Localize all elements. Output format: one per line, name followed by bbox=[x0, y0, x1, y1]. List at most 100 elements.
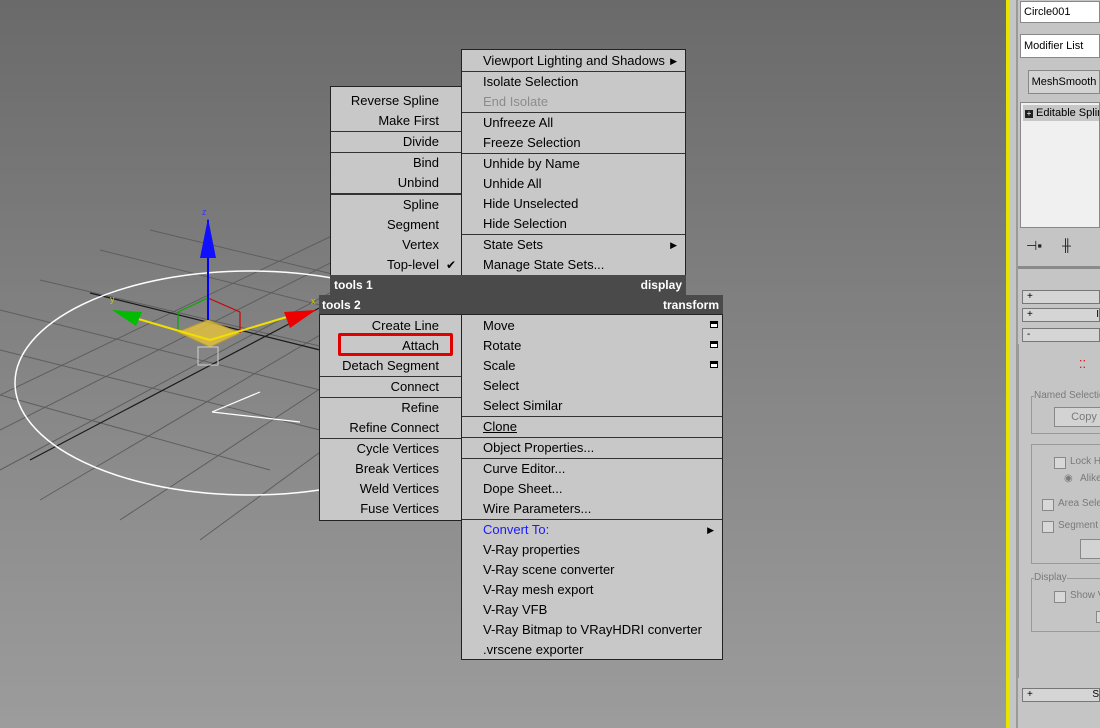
label: Unhide by Name bbox=[483, 156, 580, 171]
rollout-soft-selection[interactable]: + S bbox=[1022, 688, 1100, 702]
label: Unbind bbox=[397, 175, 439, 190]
label: Hide Selection bbox=[483, 216, 567, 231]
segment-end-checkbox[interactable] bbox=[1042, 521, 1054, 533]
menu-item-weld-vertices[interactable]: Weld Vertices bbox=[320, 479, 461, 499]
label: Connect bbox=[390, 379, 439, 394]
show-end-result-icon[interactable]: ╫ bbox=[1062, 238, 1071, 253]
rollout-selection[interactable]: - bbox=[1022, 328, 1100, 342]
menu-item-clone[interactable]: Clone bbox=[462, 416, 722, 437]
modifier-stack[interactable]: +Editable Spline bbox=[1020, 102, 1100, 228]
menu-item-state-sets[interactable]: State Sets ▶ bbox=[462, 234, 685, 255]
menu-item-hide-unselected[interactable]: Hide Unselected bbox=[462, 194, 685, 214]
menu-item-vray-mesh-export[interactable]: V-Ray mesh export bbox=[462, 580, 722, 600]
label: Vertex bbox=[402, 237, 439, 252]
settings-box-icon[interactable] bbox=[710, 341, 718, 348]
menu-item-vray-bitmap-converter[interactable]: V-Ray Bitmap to VRayHDRI converter bbox=[462, 620, 722, 640]
menu-item-viewport-lighting[interactable]: Viewport Lighting and Shadows ▶ bbox=[462, 51, 685, 71]
rollout-interpolation[interactable]: + I bbox=[1022, 308, 1100, 322]
menu-item-unfreeze-all[interactable]: Unfreeze All bbox=[462, 112, 685, 133]
lock-handles-checkbox[interactable] bbox=[1054, 457, 1066, 469]
menu-item-vrscene-exporter[interactable]: .vrscene exporter bbox=[462, 640, 722, 660]
menu-item-dope-sheet[interactable]: Dope Sheet... bbox=[462, 479, 722, 499]
menu-item-isolate-selection[interactable]: Isolate Selection bbox=[462, 71, 685, 92]
menu-item-vray-properties[interactable]: V-Ray properties bbox=[462, 540, 722, 560]
menu-item-bind[interactable]: Bind bbox=[331, 152, 461, 173]
quad-menu-display: Viewport Lighting and Shadows ▶ Isolate S… bbox=[461, 49, 686, 276]
alike-radio[interactable]: ◉ bbox=[1064, 473, 1073, 484]
expand-plus-icon[interactable]: + bbox=[1025, 110, 1033, 118]
header-label: transform bbox=[662, 298, 719, 312]
menu-item-refine[interactable]: Refine bbox=[320, 397, 461, 418]
menu-item-top-level[interactable]: Top-level ✔ bbox=[331, 255, 461, 275]
menu-item-end-isolate: End Isolate bbox=[462, 92, 685, 112]
area-selection-checkbox[interactable] bbox=[1042, 499, 1054, 511]
rollout-label: I bbox=[1096, 309, 1099, 320]
menu-item-vray-scene-converter[interactable]: V-Ray scene converter bbox=[462, 560, 722, 580]
transform-gizmo bbox=[112, 218, 316, 366]
settings-box-icon[interactable] bbox=[710, 321, 718, 328]
menu-item-divide[interactable]: Divide bbox=[331, 131, 461, 152]
quad-menu-transform: Move Rotate Scale Select Select Similar … bbox=[461, 314, 723, 660]
show-vertex-numbers-label: Show Vertex bbox=[1070, 590, 1100, 601]
menu-item-reverse-spline[interactable]: Reverse Spline bbox=[331, 91, 461, 111]
label: End Isolate bbox=[483, 94, 549, 109]
menu-item-refine-connect[interactable]: Refine Connect bbox=[320, 418, 461, 438]
label: Hide Unselected bbox=[483, 196, 579, 211]
menu-item-hide-selection[interactable]: Hide Selection bbox=[462, 214, 685, 234]
meshsmooth-button[interactable]: MeshSmooth bbox=[1028, 70, 1100, 94]
menu-item-move[interactable]: Move bbox=[462, 316, 722, 336]
label: Spline bbox=[402, 197, 439, 212]
label: Top-level bbox=[386, 257, 439, 272]
selected-only-checkbox[interactable] bbox=[1096, 611, 1100, 623]
checkmark-icon: ✔ bbox=[445, 258, 456, 272]
settings-box-icon[interactable] bbox=[710, 361, 718, 368]
menu-item-convert-to[interactable]: Convert To: ▶ bbox=[462, 519, 722, 540]
menu-item-fuse-vertices[interactable]: Fuse Vertices bbox=[320, 499, 461, 519]
menu-item-select[interactable]: Select bbox=[462, 376, 722, 396]
modifier-list-dropdown[interactable]: Modifier List bbox=[1020, 34, 1100, 58]
menu-item-unhide-by-name[interactable]: Unhide by Name bbox=[462, 153, 685, 174]
menu-item-spline[interactable]: Spline bbox=[331, 193, 461, 215]
vertex-dots-icon[interactable]: ⁚⁚ bbox=[1079, 358, 1086, 371]
label: Convert To: bbox=[483, 522, 550, 537]
active-viewport-border bbox=[1006, 0, 1010, 728]
menu-item-connect[interactable]: Connect bbox=[320, 376, 461, 397]
label: Weld Vertices bbox=[359, 481, 439, 496]
rollout-minus-icon: - bbox=[1027, 329, 1031, 340]
menu-item-cycle-vertices[interactable]: Cycle Vertices bbox=[320, 438, 461, 459]
label: Bind bbox=[412, 155, 439, 170]
label: Fuse Vertices bbox=[360, 501, 439, 516]
menu-item-make-first[interactable]: Make First bbox=[331, 111, 461, 131]
menu-item-rotate[interactable]: Rotate bbox=[462, 336, 722, 356]
label: Break Vertices bbox=[355, 461, 439, 476]
area-selection-label: Area Selection bbox=[1058, 498, 1100, 509]
submenu-arrow-icon: ▶ bbox=[707, 525, 714, 535]
stack-item-editable-spline[interactable]: +Editable Spline bbox=[1023, 105, 1099, 121]
menu-item-detach-segment[interactable]: Detach Segment bbox=[320, 356, 461, 376]
menu-item-select-similar[interactable]: Select Similar bbox=[462, 396, 722, 416]
menu-item-unbind[interactable]: Unbind bbox=[331, 173, 461, 193]
menu-item-wire-parameters[interactable]: Wire Parameters... bbox=[462, 499, 722, 519]
label: Scale bbox=[483, 358, 516, 373]
object-name-field[interactable]: Circle001 bbox=[1020, 1, 1100, 23]
menu-item-vray-vfb[interactable]: V-Ray VFB bbox=[462, 600, 722, 620]
menu-item-curve-editor[interactable]: Curve Editor... bbox=[462, 458, 722, 479]
menu-item-manage-state-sets[interactable]: Manage State Sets... bbox=[462, 255, 685, 275]
header-label: tools 1 bbox=[334, 278, 373, 292]
menu-item-scale[interactable]: Scale bbox=[462, 356, 722, 376]
menu-item-freeze-selection[interactable]: Freeze Selection bbox=[462, 133, 685, 153]
copy-button[interactable]: Copy bbox=[1054, 407, 1100, 427]
label: Refine Connect bbox=[349, 420, 439, 435]
select-by-button[interactable]: S bbox=[1080, 539, 1100, 559]
menu-item-vertex[interactable]: Vertex bbox=[331, 235, 461, 255]
show-vertex-numbers-checkbox[interactable] bbox=[1054, 591, 1066, 603]
menu-item-segment[interactable]: Segment bbox=[331, 215, 461, 235]
pin-stack-icon[interactable]: ⊣▪ bbox=[1026, 238, 1042, 254]
rollout-rendering[interactable]: + bbox=[1022, 290, 1100, 304]
named-selections-label: Named Selection bbox=[1034, 390, 1100, 401]
label: Unhide All bbox=[483, 176, 542, 191]
menu-item-unhide-all[interactable]: Unhide All bbox=[462, 174, 685, 194]
menu-item-break-vertices[interactable]: Break Vertices bbox=[320, 459, 461, 479]
command-panel: Circle001 Modifier List MeshSmooth + Edit… bbox=[1006, 0, 1100, 728]
menu-item-object-properties[interactable]: Object Properties... bbox=[462, 437, 722, 458]
